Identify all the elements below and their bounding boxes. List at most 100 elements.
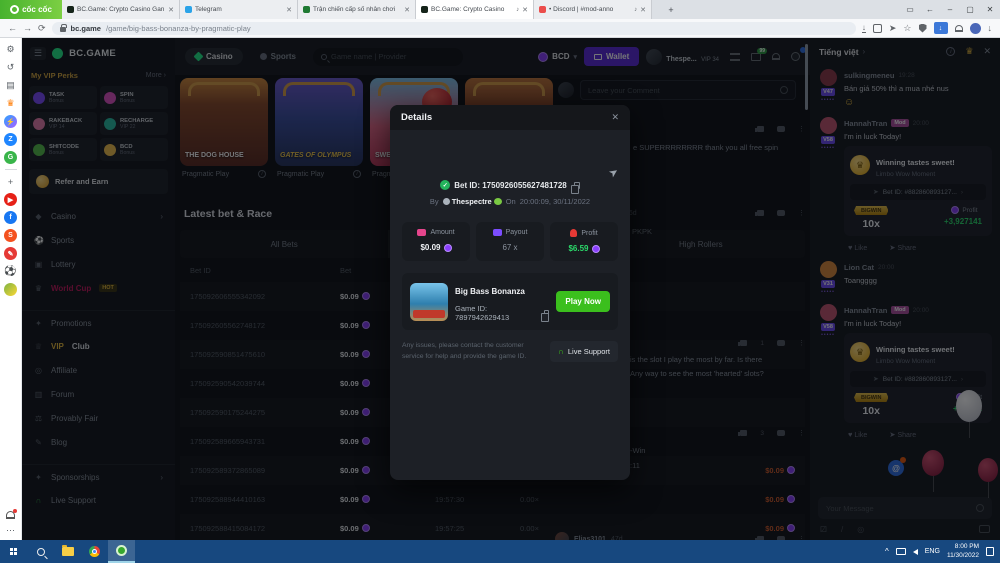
start-button[interactable]	[0, 540, 27, 563]
casino-nav-button[interactable]: Casino	[185, 48, 243, 65]
reply-icon[interactable]	[777, 340, 785, 346]
live-support-button[interactable]: ∩Live Support	[550, 341, 618, 362]
chat-avatar[interactable]	[820, 304, 837, 321]
sidebar-menu-item[interactable]: ◆ Casino ›	[22, 204, 175, 228]
tray-expand-icon[interactable]: ^	[885, 547, 889, 556]
info-icon[interactable]: i	[258, 170, 266, 178]
copy-icon[interactable]	[544, 310, 550, 317]
sidebar-menu-item[interactable]: ∩ Live Support ›	[22, 488, 175, 512]
mail-icon[interactable]: 99	[751, 53, 761, 61]
sidebar-menu-item[interactable]: ◎ Affiliate ›	[22, 358, 175, 382]
sidebar-menu-item[interactable]: ✦ Sponsorships ›	[22, 464, 175, 488]
comment-menu-icon[interactable]: ⋮	[798, 339, 805, 347]
bet-list-icon[interactable]	[730, 53, 740, 61]
tab-audio-icon[interactable]: ♪	[634, 7, 637, 13]
mention-bubble-icon[interactable]: @	[888, 460, 904, 476]
tab-search-icon[interactable]: ▭	[900, 0, 920, 19]
vip-perk-card[interactable]: SPIN Bonus	[100, 86, 168, 109]
more-options-icon[interactable]: ⋯	[4, 524, 17, 537]
share-icon[interactable]: ➤	[889, 23, 897, 34]
giftcard-icon[interactable]	[979, 525, 990, 533]
notifications-bell-icon[interactable]	[955, 25, 963, 32]
add-shortcut-icon[interactable]: +	[4, 175, 17, 188]
adblock-shield-icon[interactable]	[919, 24, 927, 33]
profile-avatar[interactable]	[970, 23, 981, 34]
comment-box[interactable]	[580, 80, 796, 100]
network-icon[interactable]	[896, 548, 906, 555]
settings-gear-icon[interactable]: ⚙	[4, 43, 17, 56]
emoji-icon[interactable]	[976, 504, 984, 512]
tab-close-icon[interactable]: ✕	[286, 6, 292, 14]
window-close-button[interactable]: ✕	[980, 0, 1000, 19]
win-bet-id-button[interactable]: ➤ Bet ID: #882860893127... ›	[850, 371, 986, 387]
window-minimize-button[interactable]: –	[940, 0, 960, 19]
game-banner-image[interactable]: GATES OF OLYMPUS	[275, 78, 363, 166]
messenger-icon[interactable]: ⚡	[4, 115, 17, 128]
browser-tab[interactable]: Trận chiến cấp số nhân chơi ✕	[298, 0, 416, 19]
like-button[interactable]: ♥ Like	[848, 430, 867, 439]
like-icon[interactable]	[757, 210, 764, 216]
sports-nav-button[interactable]: Sports	[250, 48, 306, 65]
reload-button[interactable]: ⟳	[38, 23, 46, 34]
coccoc-taskbar-button[interactable]	[108, 540, 135, 563]
play-now-button[interactable]: Play Now	[556, 291, 610, 312]
share-button[interactable]: ➤ Share	[889, 430, 916, 439]
back-button[interactable]: ←	[8, 23, 17, 33]
vip-perk-card[interactable]: RAKEBACK VIP 14	[29, 112, 97, 135]
chat-language-selector[interactable]: Tiếng việt	[819, 47, 859, 57]
downloads-tray-icon[interactable]: ↓	[988, 23, 993, 33]
sidebar-menu-item[interactable]: ▣ Lottery ›	[22, 252, 175, 276]
wallet-button[interactable]: Wallet	[584, 47, 639, 66]
sidebar-menu-item[interactable]: ⚖ Provably Fair ›	[22, 406, 175, 430]
comment-menu-icon[interactable]: ⋮	[798, 125, 805, 133]
coccoc-brand-button[interactable]: cốc cốc	[0, 0, 62, 19]
forward-button[interactable]: →	[23, 23, 32, 33]
sidebar-menu-item[interactable]: ✎ Blog ›	[22, 430, 175, 454]
hot-crown-icon[interactable]: ♛	[4, 97, 17, 110]
search-input[interactable]	[331, 52, 455, 61]
football-icon[interactable]: ⚽	[4, 265, 17, 278]
game-thumbnail[interactable]	[410, 283, 448, 321]
share-bet-icon[interactable]: ➤	[606, 165, 621, 181]
browser-tab[interactable]: Telegram ✕	[180, 0, 298, 19]
browser-tab[interactable]: BC.Game: Crypto Casino Gan ✕	[62, 0, 180, 19]
address-bar[interactable]: bc.game/game/big-bass-bonanza-by-pragmat…	[52, 22, 856, 35]
chat-avatar[interactable]	[820, 69, 837, 86]
like-icon[interactable]	[740, 340, 747, 346]
chat-rules-info-icon[interactable]: i	[946, 47, 955, 56]
browser-tab[interactable]: BC.Game: Crypto Casino ♪ ✕	[416, 0, 534, 19]
vip-perks-more-link[interactable]: More ›	[146, 72, 166, 79]
browser-tab[interactable]: • Discord | #mod-anno ♪ ✕	[534, 0, 652, 19]
pixel-game-icon[interactable]	[4, 283, 17, 296]
currency-selector[interactable]: BCD ▾	[538, 52, 577, 62]
reply-icon[interactable]	[777, 430, 785, 436]
like-icon[interactable]	[757, 126, 764, 132]
reopen-tab-icon[interactable]: ←	[920, 0, 940, 19]
user-menu[interactable]: Thespe... VIP 34	[646, 48, 719, 66]
coin-rain-icon[interactable]: ◎	[857, 525, 864, 534]
like-button[interactable]: ♥ Like	[848, 243, 867, 252]
tab-close-icon[interactable]: ✕	[522, 6, 528, 14]
chat-input-box[interactable]	[818, 497, 992, 519]
slash-command-icon[interactable]: /	[841, 525, 843, 534]
chat-avatar[interactable]	[820, 261, 837, 278]
win-bet-id-button[interactable]: ➤ Bet ID: #882860893127... ›	[850, 184, 986, 200]
vip-perk-card[interactable]: SHITCODE Bonus	[29, 138, 97, 161]
history-icon[interactable]: ↺	[4, 61, 17, 74]
tab-close-icon[interactable]: ✕	[168, 6, 174, 14]
share-button[interactable]: ➤ Share	[889, 243, 916, 252]
like-icon[interactable]	[740, 430, 747, 436]
vip-perk-card[interactable]: RECHARGE VIP 22	[100, 112, 168, 135]
facebook-icon[interactable]: f	[4, 211, 17, 224]
sidebar-menu-item[interactable]: ✦ Promotions ›	[22, 310, 175, 334]
site-bell-icon[interactable]	[772, 53, 780, 60]
comment-input[interactable]	[588, 86, 776, 95]
comment-menu-icon[interactable]: ⋮	[798, 209, 805, 217]
chat-message-input[interactable]	[826, 504, 972, 513]
sidebar-menu-item[interactable]: ⚽ Sports ›	[22, 228, 175, 252]
page-scrollbar-thumb[interactable]	[805, 44, 808, 110]
chat-username[interactable]: Lion Cat	[844, 263, 874, 272]
emoji-icon[interactable]	[780, 86, 788, 94]
youtube-icon[interactable]: ▶	[4, 193, 17, 206]
modal-close-icon[interactable]: ✕	[611, 112, 619, 123]
